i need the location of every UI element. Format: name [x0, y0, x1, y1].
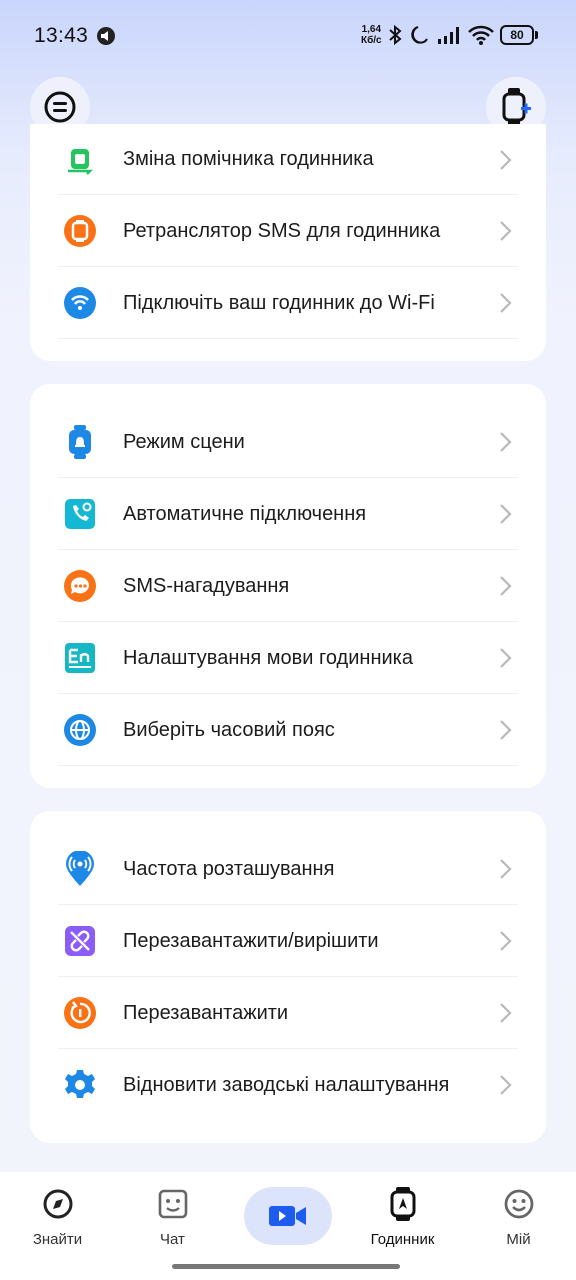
watch-bell-icon	[62, 424, 98, 460]
chevron-right-icon	[500, 1003, 512, 1023]
watch-sms-icon	[62, 213, 98, 249]
chevron-right-icon	[500, 859, 512, 879]
globe-icon	[62, 712, 98, 748]
menu-circle-icon	[44, 91, 76, 123]
chevron-right-icon	[500, 720, 512, 740]
list-item-label: Частота розташування	[123, 857, 335, 880]
location-signal-icon	[62, 851, 98, 887]
nav-find[interactable]: Знайти	[0, 1172, 115, 1280]
list-item-label: Виберіть часовий пояс	[123, 718, 335, 741]
list-item-factory-reset[interactable]: Відновити заводські налаштування	[30, 1049, 546, 1121]
home-indicator[interactable]	[172, 1264, 400, 1269]
watch-icon	[385, 1186, 421, 1222]
list-item-label: Перезавантажити	[123, 1001, 289, 1024]
list-item-label: Автоматичне підключення	[123, 502, 367, 525]
watch-swap-icon	[62, 142, 98, 178]
wifi-icon	[62, 285, 98, 321]
status-time: 13:43	[34, 24, 89, 47]
chevron-right-icon	[500, 432, 512, 452]
chevron-right-icon	[500, 504, 512, 524]
list-item-label: Підключіть ваш годинник до Wi-Fi	[123, 291, 435, 314]
video-call-button[interactable]	[244, 1187, 332, 1245]
list-item-location-frequency[interactable]: Частота розташування	[30, 833, 546, 905]
list-item-label: Налаштування мови годинника	[123, 646, 413, 669]
list-item-reboot-resolve[interactable]: Перезавантажити/вирішити	[30, 905, 546, 977]
settings-card-system: Частота розташування Перезавантажити/вир…	[30, 811, 546, 1143]
settings-card-watch: Режим сцени Автоматичне підключення SMS-	[30, 384, 546, 788]
bluetooth-icon	[389, 24, 402, 46]
chat-face-icon	[155, 1186, 191, 1222]
list-item-change-assistant[interactable]: Зміна помічника годинника	[30, 124, 546, 195]
list-item-label: Ретранслятор SMS для годинника	[123, 219, 441, 242]
chevron-right-icon	[500, 576, 512, 596]
nav-label: Чат	[160, 1231, 185, 1248]
list-item-label: Відновити заводські налаштування	[123, 1073, 450, 1096]
chevron-right-icon	[500, 150, 512, 170]
list-item-wifi[interactable]: Підключіть ваш годинник до Wi-Fi	[30, 267, 546, 339]
list-item-timezone[interactable]: Виберіть часовий пояс	[30, 694, 546, 766]
list-item-label: Перезавантажити/вирішити	[123, 929, 379, 952]
list-item-label: SMS-нагадування	[123, 574, 290, 597]
list-item-auto-connect[interactable]: Автоматичне підключення	[30, 478, 546, 550]
sms-chat-icon	[62, 568, 98, 604]
speaker-icon	[97, 27, 115, 45]
chevron-right-icon	[500, 931, 512, 951]
auto-call-icon	[62, 496, 98, 532]
signal-icon	[438, 27, 459, 44]
nav-label: Мій	[506, 1231, 531, 1248]
language-icon	[62, 640, 98, 676]
list-item-restart[interactable]: Перезавантажити	[30, 977, 546, 1049]
nav-label: Годинник	[370, 1231, 435, 1248]
gear-icon	[62, 1067, 98, 1103]
status-bar: 13:43 1,64 Кб/с 80	[0, 0, 576, 70]
battery-level: 80	[500, 25, 534, 45]
chevron-right-icon	[500, 1075, 512, 1095]
chevron-right-icon	[500, 221, 512, 241]
list-item-language[interactable]: Налаштування мови годинника	[30, 622, 546, 694]
smile-icon	[501, 1186, 537, 1222]
battery-indicator: 80	[500, 25, 538, 45]
chevron-right-icon	[500, 293, 512, 313]
video-call-icon	[269, 1206, 306, 1226]
list-item-scene-mode[interactable]: Режим сцени	[30, 406, 546, 478]
net-speed: 1,64 Кб/с	[361, 24, 382, 46]
restart-icon	[62, 995, 98, 1031]
watch-add-icon	[502, 88, 531, 126]
wifi-status-icon	[468, 25, 494, 45]
compass-icon	[40, 1186, 76, 1222]
list-item-label: Режим сцени	[123, 430, 245, 453]
list-item-sms-relay[interactable]: Ретранслятор SMS для годинника	[30, 195, 546, 267]
unlink-icon	[62, 923, 98, 959]
moon-icon	[411, 26, 428, 44]
nav-label: Знайти	[32, 1231, 83, 1248]
list-item-sms-reminder[interactable]: SMS-нагадування	[30, 550, 546, 622]
settings-card-device: Зміна помічника годинника Ретранслятор S…	[30, 124, 546, 361]
list-item-label: Зміна помічника годинника	[123, 148, 374, 170]
nav-my[interactable]: Мій	[461, 1172, 576, 1280]
chevron-right-icon	[500, 648, 512, 668]
